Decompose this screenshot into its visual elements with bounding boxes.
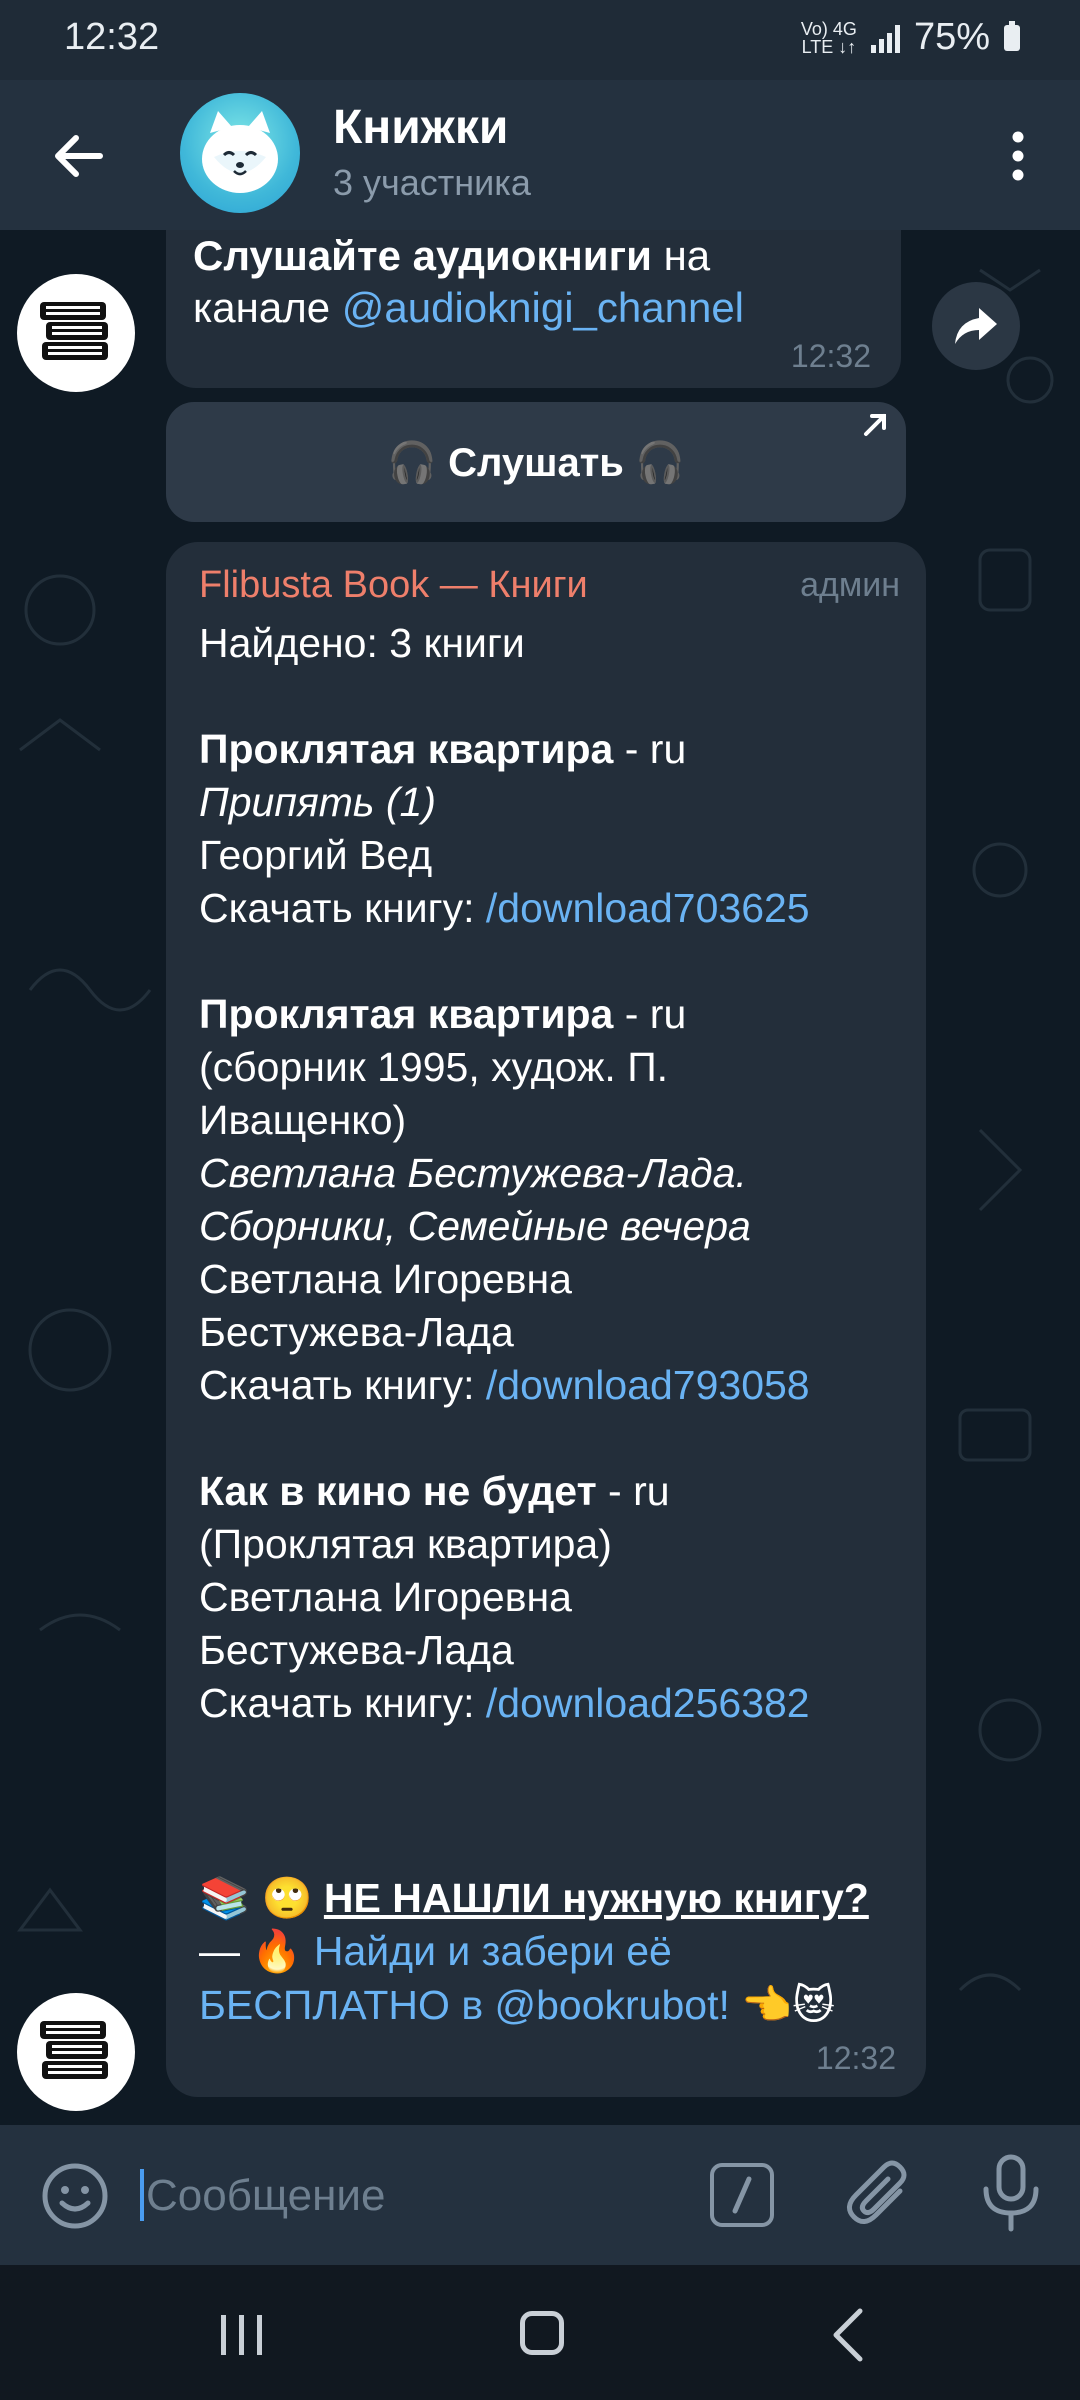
download-command-link[interactable]: /download256382 [486, 1680, 810, 1726]
sender-avatar[interactable] [17, 1993, 135, 2111]
message-time: 12:32 [815, 2040, 896, 2076]
book-series: Сборники, Семейные вечера [199, 1203, 751, 1249]
book-title-line: Как в кино не будет - ru [199, 1468, 670, 1514]
status-bar: 12:32 Vo) 4G LTE ↓↑ 75% [0, 0, 1080, 80]
message-list[interactable]: Слушайте аудиокниги на канале @audioknig… [0, 230, 1080, 2125]
promo-line: — 🔥 Найди и забери её [199, 1928, 672, 1974]
signal-icon [870, 23, 900, 53]
system-back-button[interactable] [828, 2307, 868, 2363]
arrow-left-icon [55, 135, 103, 177]
download-line: Скачать книгу: /download703625 [199, 885, 810, 931]
message-text-line: Слушайте аудиокниги на [193, 232, 711, 279]
book-note: (Проклятая квартира) [199, 1521, 612, 1567]
message-time: 12:32 [790, 338, 871, 374]
book-author: Бестужева-Лада [199, 1309, 514, 1355]
bot-link[interactable]: БЕСПЛАТНО в @bookrubot! [199, 1982, 730, 2028]
promo-headline: 📚 🙄 НЕ НАШЛИ нужную книгу? [199, 1875, 869, 1921]
member-count: 3 участника [333, 162, 531, 203]
download-line: Скачать книгу: /download793058 [199, 1362, 810, 1408]
books-stack-icon [40, 2021, 108, 2079]
emoji-button[interactable] [40, 2161, 110, 2231]
slash-icon [732, 2176, 752, 2214]
more-vertical-icon [1012, 131, 1024, 181]
message-input-placeholder: Сообщение [146, 2171, 386, 2220]
download-line: Скачать книгу: /download256382 [199, 1680, 810, 1726]
book-author: Светлана Игоревна [199, 1574, 572, 1620]
fox-mascot-icon [202, 111, 278, 193]
chat-title[interactable]: Книжки [333, 100, 508, 155]
message-input-bar: Сообщение [0, 2125, 1080, 2265]
book-title-line: Проклятая квартира - ru [199, 991, 687, 1037]
bot-commands-button[interactable] [710, 2163, 774, 2227]
system-navigation-bar [0, 2265, 1080, 2400]
forward-button[interactable] [932, 282, 1020, 370]
message-bubble-audiobooks[interactable]: Слушайте аудиокниги на канале @audioknig… [166, 230, 901, 388]
group-avatar[interactable] [180, 93, 300, 213]
battery-level: 75% [913, 16, 990, 58]
microphone-button[interactable] [976, 2153, 1046, 2233]
share-arrow-icon [955, 308, 997, 344]
promo-link[interactable]: Найди и забери её [314, 1928, 672, 1974]
books-stack-icon [40, 302, 108, 360]
listen-button[interactable]: 🎧 Слушать 🎧 [166, 402, 906, 522]
sender-name[interactable]: Flibusta Book — Книги [199, 564, 588, 607]
book-author: Светлана Игоревна [199, 1256, 572, 1302]
admin-badge: админ [800, 566, 900, 604]
status-time: 12:32 [64, 16, 160, 58]
status-icons: Vo) 4G LTE ↓↑ 75% [801, 16, 1020, 59]
listen-button-label: 🎧 Слушать 🎧 [387, 440, 685, 485]
attach-button[interactable] [842, 2157, 918, 2233]
download-command-link[interactable]: /download793058 [486, 1362, 810, 1408]
back-button[interactable] [40, 118, 116, 194]
sender-avatar[interactable] [17, 274, 135, 392]
message-text-line: канале @audioknigi_channel [193, 284, 745, 331]
book-author: Бестужева-Лада [199, 1627, 514, 1673]
download-command-link[interactable]: /download703625 [486, 885, 810, 931]
more-options-button[interactable] [984, 118, 1052, 194]
book-series: Припять (1) [199, 779, 436, 825]
book-title-line: Проклятая квартира - ru [199, 726, 687, 772]
text-cursor [140, 2169, 144, 2221]
book-series: Светлана Бестужева-Лада. [199, 1150, 747, 1196]
results-count: Найдено: 3 книги [199, 620, 525, 666]
message-bubble-search-results[interactable]: Flibusta Book — Книги админ Найдено: 3 к… [166, 542, 926, 2097]
network-indicator: Vo) 4G LTE ↓↑ [800, 18, 857, 57]
message-input[interactable]: Сообщение [140, 2155, 660, 2235]
home-button[interactable] [520, 2311, 564, 2355]
recent-apps-button[interactable] [217, 2315, 267, 2355]
book-author: Георгий Вед [199, 832, 433, 878]
chat-header: Книжки 3 участника [0, 80, 1080, 230]
promo-line: БЕСПЛАТНО в @bookrubot! 👈😻 [199, 1982, 836, 2028]
external-link-arrow-icon [864, 414, 886, 436]
battery-icon [1004, 20, 1020, 51]
channel-link[interactable]: @audioknigi_channel [342, 284, 744, 331]
book-note: (сборник 1995, худож. П. [199, 1044, 669, 1090]
book-note: Иващенко) [199, 1097, 407, 1143]
